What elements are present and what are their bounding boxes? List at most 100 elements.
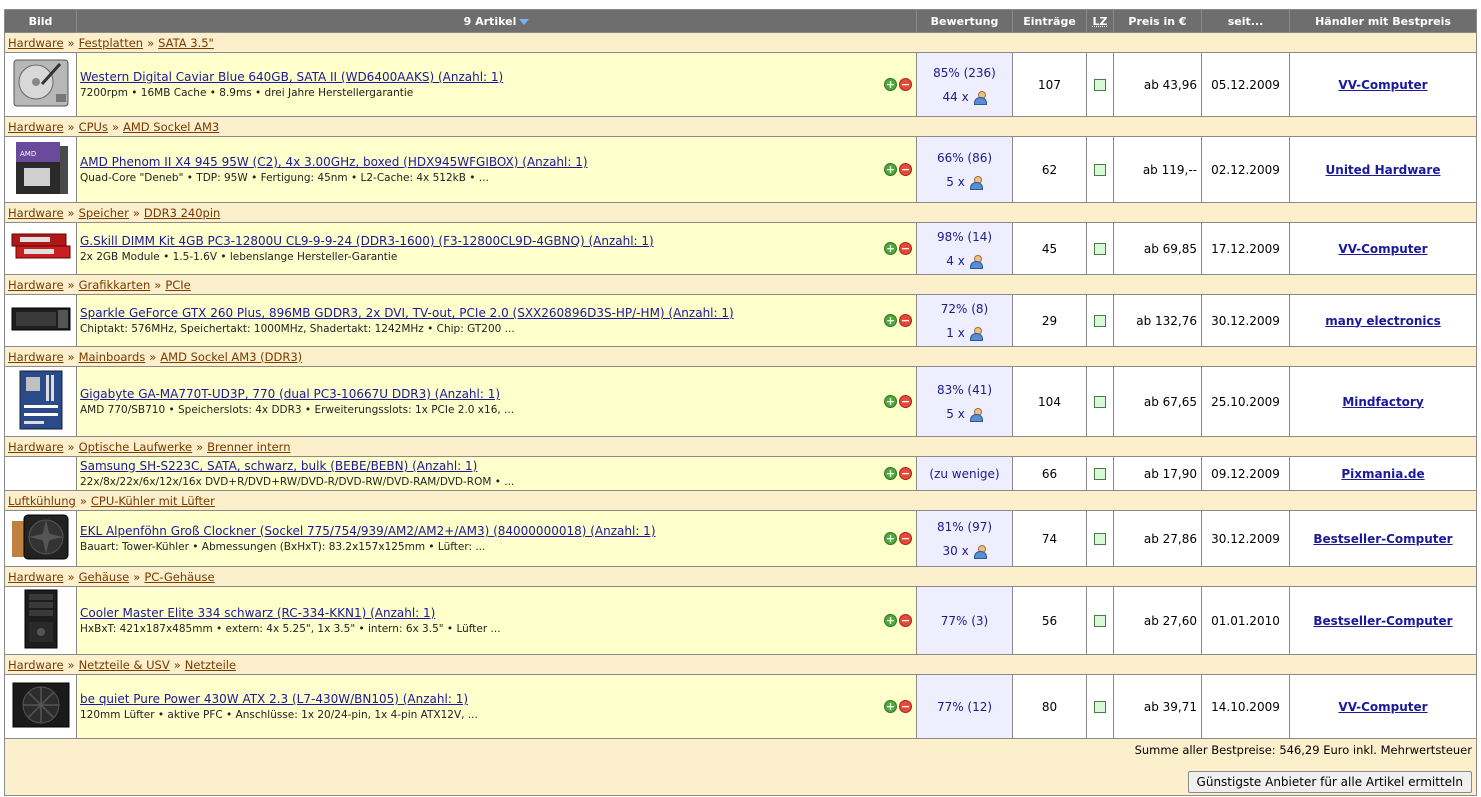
category-link[interactable]: DDR3 240pin (144, 206, 220, 220)
lz-checkbox[interactable] (1094, 79, 1106, 91)
increase-quantity-icon[interactable]: + (884, 699, 897, 713)
dealer-link[interactable]: Bestseller-Computer (1313, 614, 1452, 628)
decrease-quantity-icon[interactable]: − (899, 241, 912, 255)
increase-quantity-icon[interactable]: + (884, 466, 897, 480)
decrease-quantity-icon[interactable]: − (899, 466, 912, 480)
review-count[interactable]: 5 x (917, 175, 1012, 190)
review-count[interactable]: 44 x (917, 90, 1012, 105)
decrease-quantity-icon[interactable]: − (899, 77, 912, 91)
increase-quantity-icon[interactable]: + (884, 531, 897, 545)
dealer-link[interactable]: many electronics (1325, 314, 1440, 328)
column-header-lz[interactable]: LZ (1086, 9, 1114, 33)
product-name-link[interactable]: Gigabyte GA-MA770T-UD3P, 770 (dual PC3-1… (80, 387, 500, 401)
hdd-icon[interactable] (10, 54, 72, 115)
dealer-link[interactable]: VV-Computer (1338, 700, 1427, 714)
review-count-label[interactable]: 5 x (946, 175, 965, 189)
category-link[interactable]: Hardware (8, 440, 64, 454)
sort-desc-icon[interactable] (519, 18, 530, 25)
column-header-dealer[interactable]: Händler mit Bestpreis (1289, 9, 1477, 33)
category-link[interactable]: Grafikkarten (79, 278, 151, 292)
category-link[interactable]: Hardware (8, 570, 64, 584)
category-link[interactable]: Hardware (8, 36, 64, 50)
product-image-cell[interactable] (4, 222, 77, 275)
category-link[interactable]: PCIe (165, 278, 190, 292)
lz-checkbox[interactable] (1094, 164, 1106, 176)
product-image-cell[interactable] (4, 366, 77, 437)
review-count[interactable]: 4 x (917, 254, 1012, 269)
review-count[interactable]: 1 x (917, 326, 1012, 341)
product-image-cell[interactable] (4, 52, 77, 117)
category-link[interactable]: PC-Gehäuse (144, 570, 214, 584)
rating-value[interactable]: (zu wenige) (917, 467, 1012, 481)
dealer-link[interactable]: VV-Computer (1338, 78, 1427, 92)
category-link[interactable]: SATA 3.5" (158, 36, 214, 50)
product-name-link[interactable]: Samsung SH-S223C, SATA, schwarz, bulk (B… (80, 459, 477, 473)
category-link[interactable]: Hardware (8, 350, 64, 364)
rating-value[interactable]: 85% (236) (917, 66, 1012, 80)
articles-count-label[interactable]: 9 Artikel (464, 15, 517, 28)
increase-quantity-icon[interactable]: + (884, 394, 897, 408)
lz-checkbox[interactable] (1094, 468, 1106, 480)
category-link[interactable]: Hardware (8, 278, 64, 292)
decrease-quantity-icon[interactable]: − (899, 313, 912, 327)
column-header-price[interactable]: Preis in € (1113, 9, 1202, 33)
lz-checkbox[interactable] (1094, 701, 1106, 713)
user-review-icon[interactable] (973, 545, 987, 559)
user-review-icon[interactable] (969, 255, 983, 269)
category-link[interactable]: Gehäuse (79, 570, 130, 584)
rating-value[interactable]: 72% (8) (917, 302, 1012, 316)
category-link[interactable]: AMD Sockel AM3 (DDR3) (160, 350, 302, 364)
column-header-since[interactable]: seit... (1201, 9, 1290, 33)
product-name-link[interactable]: G.Skill DIMM Kit 4GB PC3-12800U CL9-9-9-… (80, 234, 654, 248)
mainboard-icon[interactable] (18, 369, 64, 434)
dealer-link[interactable]: Pixmania.de (1341, 467, 1424, 481)
product-name-link[interactable]: Cooler Master Elite 334 schwarz (RC-334-… (80, 606, 435, 620)
cpu-box-icon[interactable]: AMD (10, 138, 72, 201)
rating-value[interactable]: 83% (41) (917, 383, 1012, 397)
category-link[interactable]: Luftkühlung (8, 494, 76, 508)
product-image-cell[interactable] (4, 674, 77, 739)
decrease-quantity-icon[interactable]: − (899, 394, 912, 408)
decrease-quantity-icon[interactable]: − (899, 531, 912, 545)
gpu-icon[interactable] (10, 302, 72, 339)
column-header-entries[interactable]: Einträge (1012, 9, 1087, 33)
review-count-label[interactable]: 1 x (946, 326, 965, 340)
decrease-quantity-icon[interactable]: − (899, 699, 912, 713)
review-count[interactable]: 30 x (917, 544, 1012, 559)
rating-value[interactable]: 77% (12) (917, 700, 1012, 714)
lz-checkbox[interactable] (1094, 243, 1106, 255)
category-link[interactable]: CPUs (79, 120, 108, 134)
decrease-quantity-icon[interactable]: − (899, 613, 912, 627)
decrease-quantity-icon[interactable]: − (899, 162, 912, 176)
category-link[interactable]: Netzteile (185, 658, 236, 672)
review-count-label[interactable]: 4 x (946, 254, 965, 268)
category-link[interactable]: Hardware (8, 120, 64, 134)
review-count[interactable]: 5 x (917, 407, 1012, 422)
review-count-label[interactable]: 30 x (942, 544, 968, 558)
dealer-link[interactable]: Bestseller-Computer (1313, 532, 1452, 546)
user-review-icon[interactable] (969, 176, 983, 190)
category-link[interactable]: Brenner intern (207, 440, 290, 454)
find-cheapest-dealers-button[interactable]: Günstigste Anbieter für alle Artikel erm… (1187, 771, 1472, 793)
rating-value[interactable]: 98% (14) (917, 230, 1012, 244)
product-image-cell[interactable]: AMD (4, 136, 77, 203)
product-name-link[interactable]: be quiet Pure Power 430W ATX 2.3 (L7-430… (80, 692, 468, 706)
rating-value[interactable]: 81% (97) (917, 520, 1012, 534)
product-image-cell[interactable] (4, 586, 77, 655)
lz-checkbox[interactable] (1094, 396, 1106, 408)
psu-icon[interactable] (9, 677, 73, 736)
category-link[interactable]: AMD Sockel AM3 (123, 120, 219, 134)
rating-value[interactable]: 77% (3) (917, 614, 1012, 628)
user-review-icon[interactable] (969, 327, 983, 341)
increase-quantity-icon[interactable]: + (884, 162, 897, 176)
category-link[interactable]: Netzteile & USV (79, 658, 170, 672)
ram-icon[interactable] (10, 228, 72, 269)
lz-checkbox[interactable] (1094, 615, 1106, 627)
lz-checkbox[interactable] (1094, 315, 1106, 327)
product-image-cell[interactable] (4, 456, 77, 491)
dealer-link[interactable]: Mindfactory (1342, 395, 1423, 409)
lz-checkbox[interactable] (1094, 533, 1106, 545)
cooler-icon[interactable] (10, 511, 72, 566)
dealer-link[interactable]: United Hardware (1326, 163, 1441, 177)
review-count-label[interactable]: 5 x (946, 407, 965, 421)
